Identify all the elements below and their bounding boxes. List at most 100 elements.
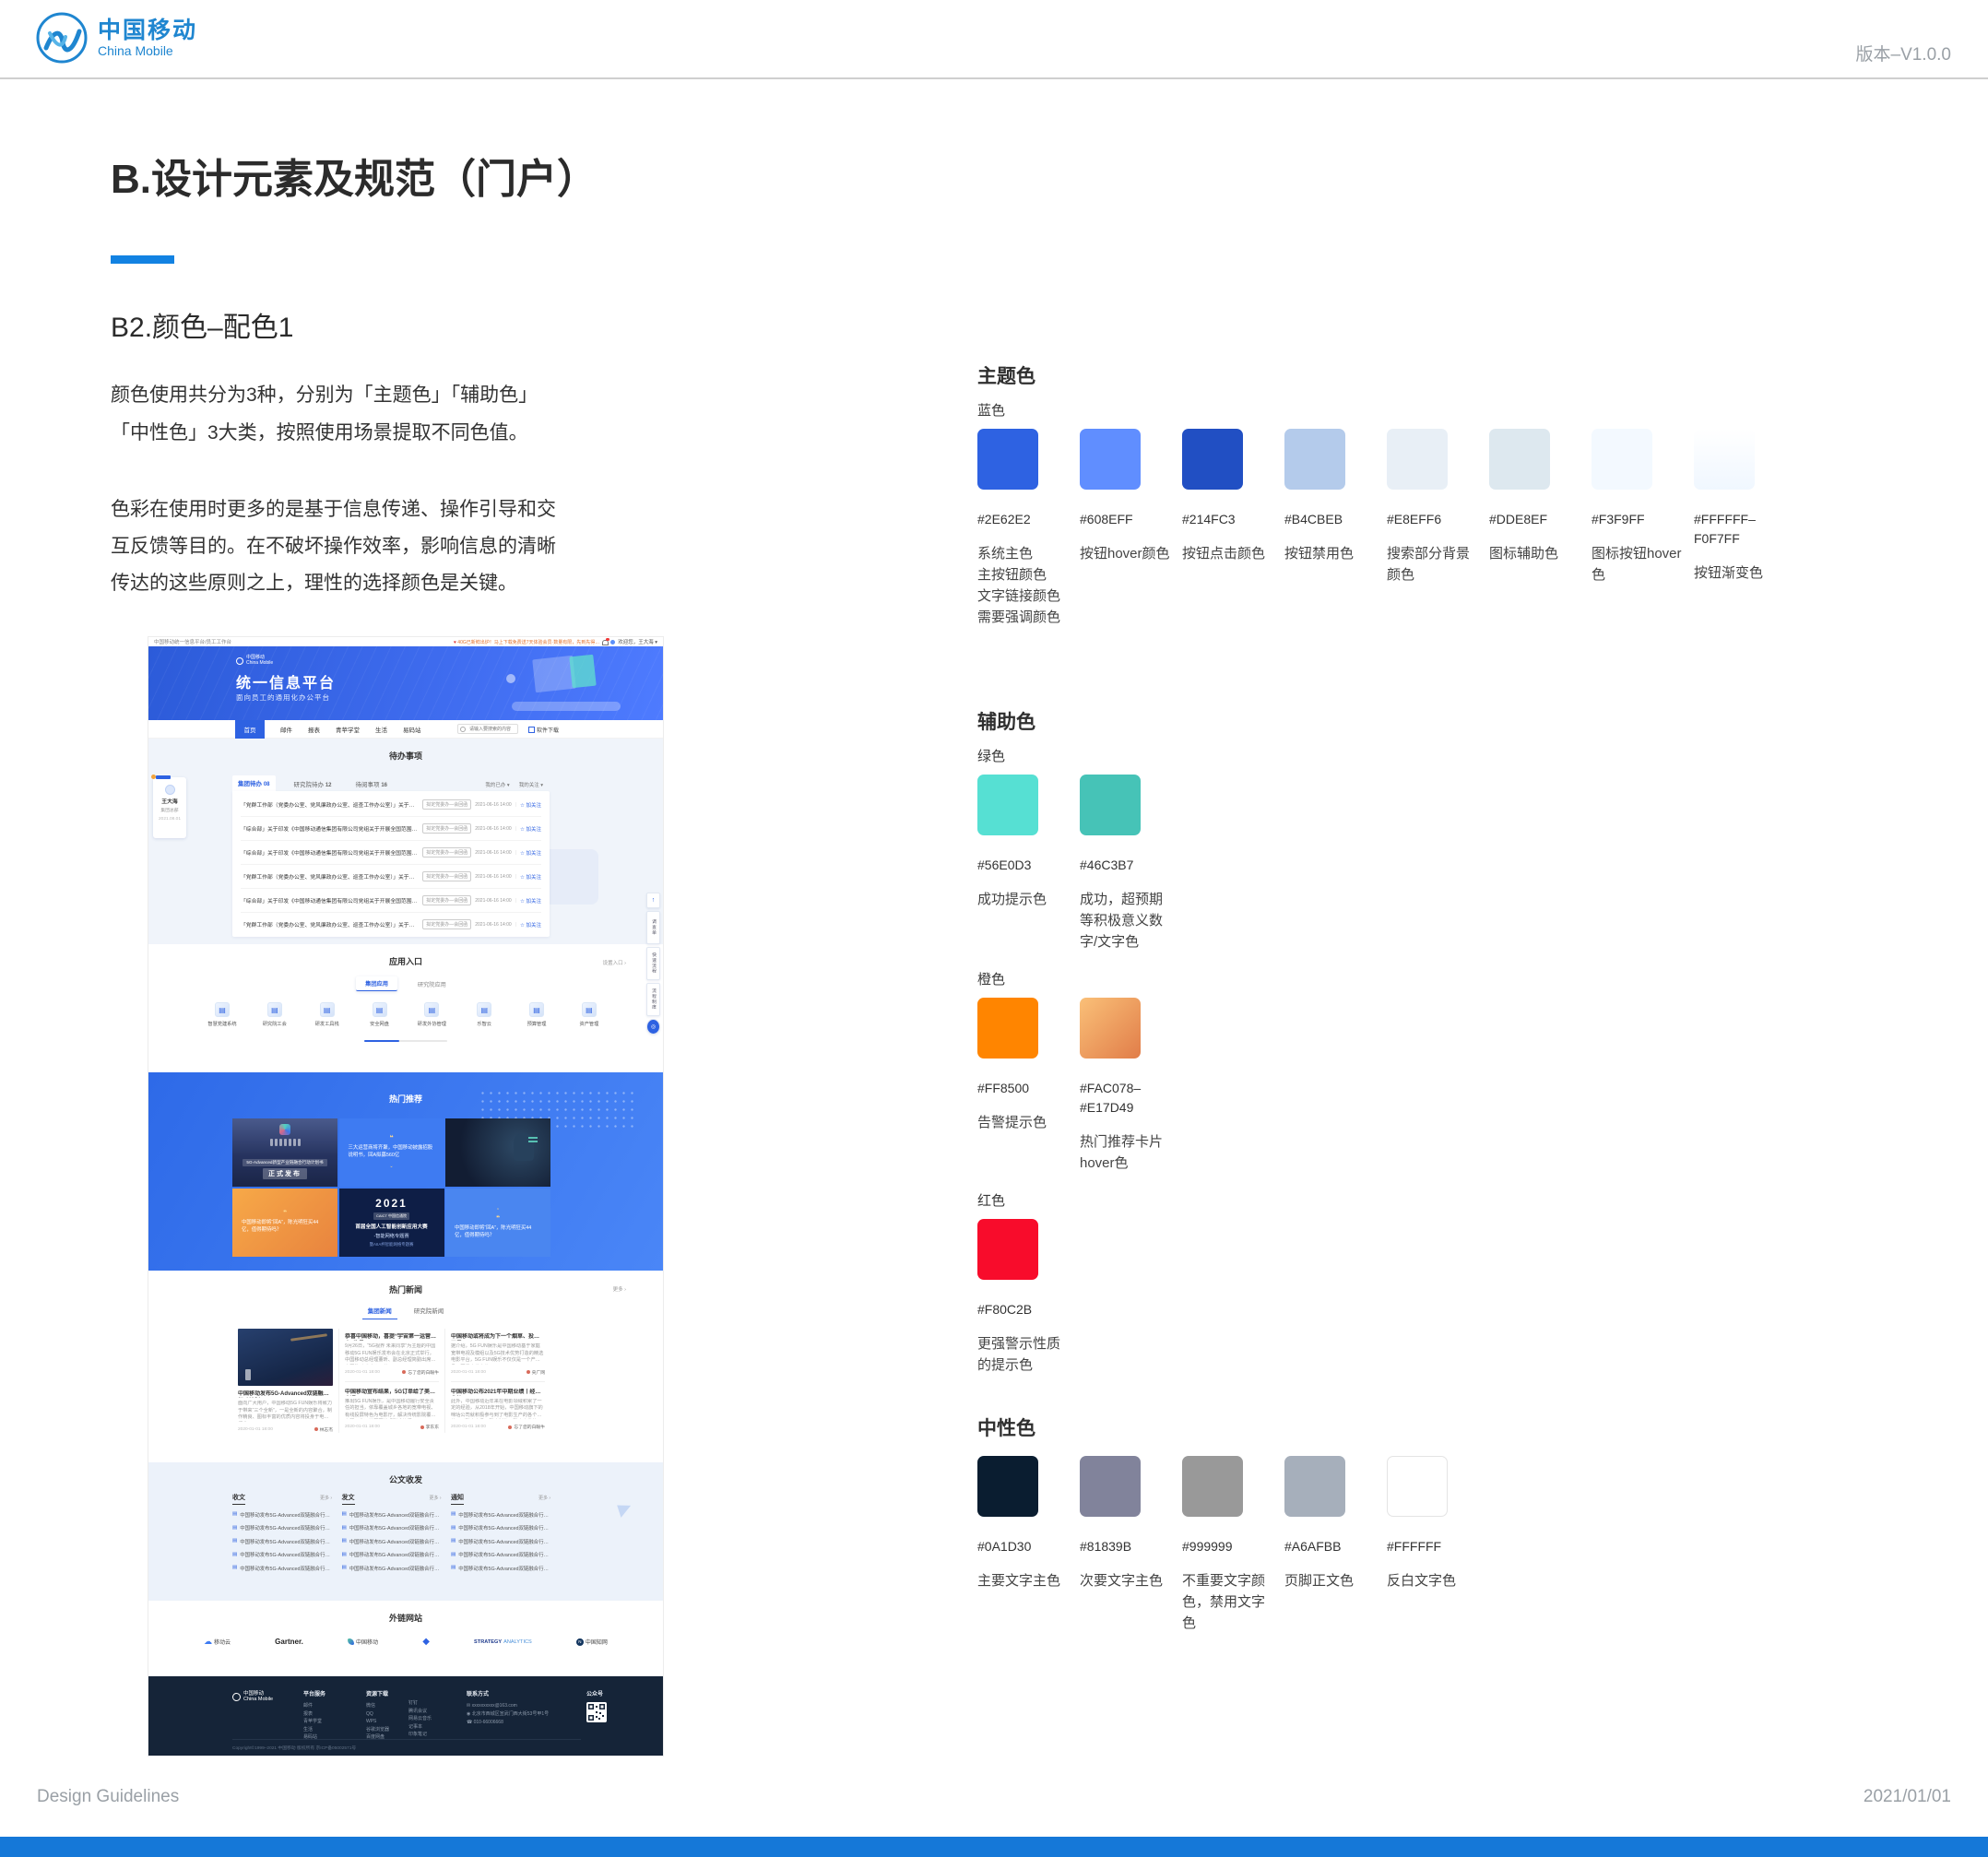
nav-item-codesite[interactable]: 易码站: [403, 725, 421, 734]
tab-institute-news[interactable]: 研究院新闻: [408, 1303, 450, 1319]
doc-item[interactable]: ▤ 中国移动发布5G-Advanced双链融合行动计划…: [342, 1524, 442, 1532]
news-card[interactable]: 中国移动公布2021年中期业绩丨经营业绩… 此外，中国移动近年来在电影领域积累了…: [451, 1381, 545, 1431]
doc-item[interactable]: ▤ 中国移动发布5G-Advanced双链融合行动计划…: [232, 1565, 332, 1572]
news-card[interactable]: 中国移动宣布结果，5G订单给了美国高通… 推出5G FUN娱乐，是中国移动履行安…: [345, 1381, 439, 1431]
news-featured-card[interactable]: 中国移动发布5G-Advanced双链融合行动计划… 面向广大用户，中国移动5G…: [238, 1329, 333, 1433]
app-entry[interactable]: ▤ 智慧党建系统: [202, 1002, 243, 1027]
todo-row[interactable]: 「党群工作部（党委办公室、党风廉政办公室、巡查工作办公室）」关于开展年度… 拟定…: [241, 913, 541, 936]
app-entry[interactable]: ▤ 乐智云: [464, 1002, 504, 1027]
partner-cnki[interactable]: N中国知网: [576, 1638, 608, 1646]
rail-item[interactable]: 调查单: [646, 911, 660, 944]
news-card[interactable]: 中国移动或将成为下一个烟草、投资公司是… 据介绍，5G FUN娱乐是中国移动基于…: [451, 1333, 545, 1376]
todo-row[interactable]: 「综合部」关于印发《中国移动通信集团有限公司党组关于开展全国范围内节约网… 拟定…: [241, 817, 541, 841]
news-card[interactable]: 恭喜中国移动，喜提“宇宙第一运营商”称号… 9月26日，“5G视界 未来同享”为…: [345, 1333, 439, 1376]
search-input[interactable]: [467, 726, 515, 733]
tab-institute-todo[interactable]: 研究院待办 12: [289, 776, 337, 792]
follow-action[interactable]: ☆ 加关注: [520, 897, 541, 905]
footer-link[interactable]: 谷歌浏览器: [366, 1726, 389, 1734]
tab-to-read[interactable]: 待阅事项 16: [350, 776, 394, 792]
footer-link[interactable]: WPS: [366, 1718, 389, 1726]
partner-cmcc[interactable]: 中国移动: [348, 1638, 378, 1646]
doc-item[interactable]: ▤ 中国移动发布5G-Advanced双链融合行动计划…: [342, 1551, 442, 1558]
hot-tile-quote-orange[interactable]: ❝ 中国移动即将“回A”，陈光明狂买44亿，值得期待吗？: [232, 1189, 337, 1257]
follow-action[interactable]: ☆ 加关注: [520, 825, 541, 833]
hot-tile-quote[interactable]: ❝ 三大运营商将齐聚，中国移动披露招股说明书，回A拟募560亿 ⌄: [339, 1118, 444, 1187]
footer-link[interactable]: 腾讯会议: [408, 1708, 432, 1716]
rail-item[interactable]: 快速流程: [646, 947, 660, 980]
hot-tile-photo-dark[interactable]: [445, 1118, 550, 1187]
rail-item[interactable]: 流程制度: [646, 983, 660, 1016]
service-icon[interactable]: ◎: [646, 1019, 660, 1035]
partner-gartner[interactable]: Gartner.: [275, 1638, 303, 1646]
todo-row-title[interactable]: 「党群工作部（党委办公室、党风廉政办公室、巡查工作办公室）」关于开展年度…: [241, 920, 419, 928]
apps-settings-link[interactable]: 设置入口 ›: [603, 959, 626, 966]
tab-group-apps[interactable]: 集团应用: [356, 976, 397, 991]
app-entry[interactable]: ▤ 研究院工会: [254, 1002, 295, 1027]
footer-link[interactable]: 网易云音乐: [408, 1715, 432, 1723]
partner-mobile-cloud[interactable]: ☁移动云: [204, 1637, 231, 1647]
doc-item[interactable]: ▤ 中国移动发布5G-Advanced双链融合行动计划…: [232, 1551, 332, 1558]
carousel-progress[interactable]: [364, 1040, 447, 1042]
footer-link[interactable]: 微信: [366, 1702, 389, 1710]
todo-row[interactable]: 「综合部」关于印发《中国移动通信集团有限公司党组关于开展全国范围内节约网… 拟定…: [241, 889, 541, 913]
tab-group-news[interactable]: 集团新闻: [362, 1303, 397, 1319]
doc-item[interactable]: ▤ 中国移动发布5G-Advanced双链融合行动计划…: [451, 1538, 550, 1545]
my-follow-link[interactable]: 我的关注 ▾: [519, 781, 543, 788]
tab-institute-apps[interactable]: 研究院应用: [408, 977, 456, 991]
doc-item[interactable]: ▤ 中国移动发布5G-Advanced双链融合行动计划…: [232, 1524, 332, 1532]
footer-link[interactable]: 生活: [303, 1726, 325, 1734]
footer-link[interactable]: QQ: [366, 1710, 389, 1719]
todo-row[interactable]: 「党群工作部（党委办公室、党风廉政办公室、巡查工作办公室）」关于开展年度… 拟定…: [241, 865, 541, 889]
nav-item-home[interactable]: 首页: [235, 720, 265, 739]
todo-row-title[interactable]: 「党群工作部（党委办公室、党风廉政办公室、巡查工作办公室）」关于开展年度…: [241, 872, 419, 881]
todo-row-title[interactable]: 「党群工作部（党委办公室、党风廉政办公室、巡查工作办公室）」关于开展年度…: [241, 800, 419, 809]
footer-link[interactable]: 记事本: [408, 1723, 432, 1732]
news-more-link[interactable]: 更多 ›: [613, 1285, 626, 1293]
app-entry[interactable]: ▤ 资产管理: [569, 1002, 609, 1027]
doc-item[interactable]: ▤ 中国移动发布5G-Advanced双链融合行动计划…: [451, 1565, 550, 1572]
my-done-link[interactable]: 我的已办 ▾: [485, 781, 509, 788]
footer-link[interactable]: 印象笔记: [408, 1731, 432, 1739]
nav-item-school[interactable]: 青苹学堂: [336, 725, 360, 734]
footer-link[interactable]: 报表: [303, 1710, 325, 1719]
nav-item-mail[interactable]: 邮件: [280, 725, 292, 734]
docs-more-link[interactable]: 更多 ›: [429, 1495, 441, 1501]
nav-item-report[interactable]: 报表: [308, 725, 320, 734]
footer-link[interactable]: 邮件: [303, 1702, 325, 1710]
docs-more-link[interactable]: 更多 ›: [320, 1495, 332, 1501]
app-entry[interactable]: ▤ 预算管理: [516, 1002, 557, 1027]
todo-row-title[interactable]: 「综合部」关于印发《中国移动通信集团有限公司党组关于开展全国范围内节约网…: [241, 824, 419, 833]
docs-more-link[interactable]: 更多 ›: [538, 1495, 550, 1501]
doc-item[interactable]: ▤ 中国移动发布5G-Advanced双链融合行动计划…: [451, 1551, 550, 1558]
user-avatar[interactable]: [610, 640, 615, 645]
follow-action[interactable]: ☆ 加关注: [520, 921, 541, 928]
partner-diamond[interactable]: ◆: [422, 1637, 430, 1647]
follow-action[interactable]: ☆ 加关注: [520, 873, 541, 881]
follow-action[interactable]: ☆ 加关注: [520, 849, 541, 857]
doc-item[interactable]: ▤ 中国移动发布5G-Advanced双链融合行动计划…: [451, 1511, 550, 1519]
doc-item[interactable]: ▤ 中国移动发布5G-Advanced双链融合行动计划…: [232, 1511, 332, 1519]
doc-item[interactable]: ▤ 中国移动发布5G-Advanced双链融合行动计划…: [342, 1565, 442, 1572]
todo-row[interactable]: 「党群工作部（党委办公室、党风廉政办公室、巡查工作办公室）」关于开展年度… 拟定…: [241, 793, 541, 817]
hot-tile-photo[interactable]: 5G-Advanced新型产业链融合行动计划书 正式发布: [232, 1118, 337, 1187]
app-entry[interactable]: ▤ 研发工具栈: [307, 1002, 348, 1027]
notification-bell-icon[interactable]: [602, 639, 608, 645]
doc-item[interactable]: ▤ 中国移动发布5G-Advanced双链融合行动计划…: [342, 1538, 442, 1545]
software-download-link[interactable]: 软件下载: [528, 726, 559, 734]
back-to-top-button[interactable]: ↑: [646, 893, 660, 908]
tab-group-todo[interactable]: 集团待办 08: [232, 775, 276, 792]
footer-link[interactable]: 钉钉: [408, 1699, 432, 1708]
app-entry[interactable]: ▤ 研发外协管理: [411, 1002, 452, 1027]
todo-row[interactable]: 「综合部」关于印发《中国移动通信集团有限公司党组关于开展全国范围内节约网… 拟定…: [241, 841, 541, 865]
follow-action[interactable]: ☆ 加关注: [520, 801, 541, 809]
nav-item-life[interactable]: 生活: [375, 725, 387, 734]
hot-tile-quote-blue[interactable]: ⌃ ❝ 中国移动即将“回A”，陈光明狂买44亿，值得期待吗？: [445, 1189, 550, 1257]
partner-strategy-analytics[interactable]: STRATEGYANALYTICS: [474, 1639, 532, 1645]
app-entry[interactable]: ▤ 安全网盘: [360, 1002, 400, 1027]
search-box[interactable]: [457, 724, 518, 734]
todo-row-title[interactable]: 「综合部」关于印发《中国移动通信集团有限公司党组关于开展全国范围内节约网…: [241, 896, 419, 905]
doc-item[interactable]: ▤ 中国移动发布5G-Advanced双链融合行动计划…: [451, 1524, 550, 1532]
doc-item[interactable]: ▤ 中国移动发布5G-Advanced双链融合行动计划…: [342, 1511, 442, 1519]
user-menu[interactable]: 欢迎您，王大海 ▾: [618, 638, 657, 645]
doc-item[interactable]: ▤ 中国移动发布5G-Advanced双链融合行动计划…: [232, 1538, 332, 1545]
